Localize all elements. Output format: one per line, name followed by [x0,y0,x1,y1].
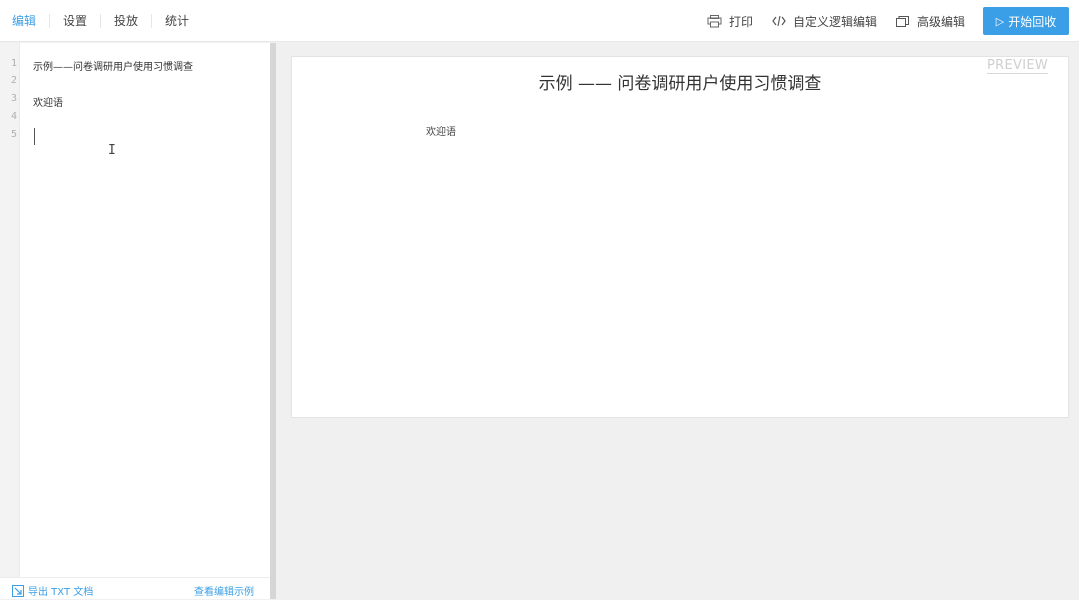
line-number: 5 [10,129,17,140]
toolbar-actions: 打印 自定义逻辑编辑 高级编辑 ▷ 开始回收 [689,0,1069,42]
printer-icon [707,13,723,29]
welcome-text: 欢迎语 [426,127,456,138]
view-edit-example-link[interactable]: 查看编辑示例 [194,583,254,598]
export-txt-label: 导出 TXT 文档 [28,587,94,598]
tab-edit[interactable]: 编辑 [0,14,49,28]
tab-distribute[interactable]: 投放 [100,14,151,28]
window-icon [895,13,911,29]
line-number: 1 [10,58,17,69]
text-editor[interactable]: 1 2 3 4 5 示例——问卷调研用户使用习惯调查 欢迎语 I 导出 TXT … [0,43,270,599]
print-label: 打印 [728,14,753,29]
code-icon [771,13,787,29]
preview-pane: PREVIEW 示例 —— 问卷调研用户使用习惯调查 欢迎语 [276,43,1079,599]
export-icon [12,584,24,597]
top-bar: 编辑 设置 投放 统计 打印 自定义逻辑编辑 高级编辑 ▷ 开始回收 [0,0,1079,42]
print-button[interactable]: 打印 [707,13,753,30]
advanced-edit-button[interactable]: 高级编辑 [895,13,965,30]
tab-statistics[interactable]: 统计 [151,14,202,28]
survey-title: 示例 —— 问卷调研用户使用习惯调查 [538,74,822,94]
main-tabs: 编辑 设置 投放 统计 [0,0,202,42]
editor-line[interactable]: 示例——问卷调研用户使用习惯调查 [33,58,193,73]
custom-logic-edit-button[interactable]: 自定义逻辑编辑 [771,13,877,30]
custom-logic-label: 自定义逻辑编辑 [792,14,877,29]
tab-settings[interactable]: 设置 [49,14,100,28]
advanced-edit-label: 高级编辑 [916,14,965,29]
editor-footer: 导出 TXT 文档 查看编辑示例 [0,577,270,599]
start-collecting-button[interactable]: ▷ 开始回收 [983,7,1069,35]
export-txt-button[interactable]: 导出 TXT 文档 [12,583,93,598]
text-caret [34,128,35,145]
line-number: 2 [10,75,17,86]
preview-card: PREVIEW 示例 —— 问卷调研用户使用习惯调查 欢迎语 [291,56,1069,418]
line-number: 4 [10,111,17,122]
editor-line[interactable]: 欢迎语 [33,94,63,109]
play-icon: ▷ [995,14,1005,28]
ibeam-cursor-icon: I [108,143,116,158]
line-number-gutter: 1 2 3 4 5 [0,43,20,599]
line-number: 3 [10,93,17,104]
start-collecting-label: 开始回收 [1008,14,1057,29]
